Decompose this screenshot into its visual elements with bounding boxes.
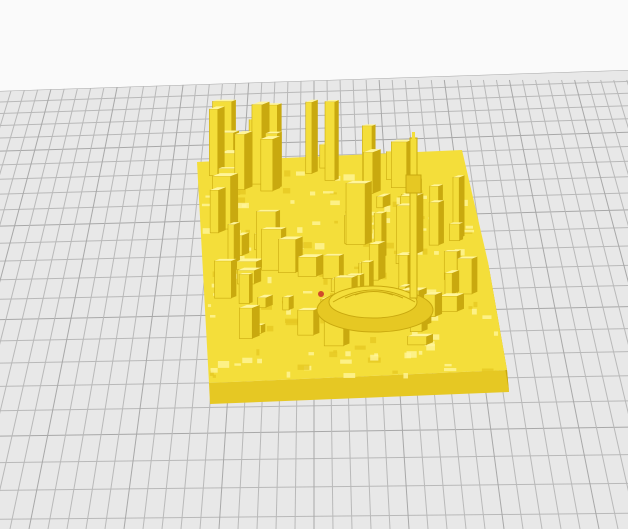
terrain-bump (257, 358, 263, 364)
terrain-bump (482, 315, 492, 319)
terrain-bump (256, 349, 260, 356)
building (457, 256, 478, 295)
terrain-bump (422, 248, 428, 255)
terrain-bump (340, 359, 352, 364)
terrain-bump (330, 200, 340, 206)
terrain-bump (444, 368, 457, 372)
model-color-artifact (318, 291, 324, 297)
terrain-bump (202, 228, 211, 234)
building (345, 180, 372, 245)
terrain-bump (285, 318, 298, 324)
terrain-bump (434, 251, 439, 255)
terrain-bump (297, 364, 310, 370)
terrain-bump (297, 227, 303, 233)
terrain-bump (370, 337, 377, 344)
building (407, 333, 433, 346)
terrain-bump (303, 291, 313, 294)
terrain-bump (308, 352, 314, 356)
building (439, 293, 464, 312)
building (214, 258, 237, 299)
terrain-bump (207, 304, 212, 308)
building (209, 187, 226, 234)
building (282, 295, 294, 311)
terrain-bump (334, 220, 338, 224)
building (238, 272, 253, 304)
building (209, 106, 225, 176)
terrain-bump (463, 229, 475, 233)
terrain-bump (267, 276, 272, 284)
terrain-bump (418, 350, 423, 355)
terrain-bump (323, 278, 328, 285)
terrain-bump (210, 367, 218, 373)
3d-viewport[interactable] (0, 0, 628, 529)
building (297, 307, 320, 336)
terrain-bump (295, 171, 305, 176)
terrain-bump (468, 306, 473, 310)
terrain-bump (354, 345, 366, 350)
building (297, 254, 324, 277)
terrain-bump (201, 203, 212, 207)
terrain-bump (322, 191, 334, 194)
terrain-bump (345, 351, 351, 357)
terrain-bump (242, 357, 253, 364)
terrain-bump (493, 331, 499, 336)
terrain-bump (403, 373, 408, 379)
building (322, 253, 344, 279)
terrain-bump (234, 363, 241, 366)
terrain-bump (370, 354, 379, 361)
terrain-bump (286, 371, 291, 378)
terrain-bump (481, 368, 494, 375)
building (239, 304, 260, 339)
terrain-bump (312, 221, 321, 226)
terrain-bump (473, 301, 478, 308)
building (324, 100, 339, 181)
terrain-bump (309, 191, 316, 196)
terrain-bump (464, 199, 468, 206)
terrain-bump (343, 373, 356, 379)
terrain-bump (209, 314, 216, 318)
building (449, 222, 464, 241)
terrain-bump (471, 308, 477, 315)
terrain-bump (237, 202, 249, 209)
terrain-bump (314, 243, 325, 250)
terrain-bump (392, 370, 398, 374)
building (257, 294, 273, 308)
building (305, 99, 318, 174)
terrain-bump (282, 188, 291, 194)
scene-canvas[interactable] (0, 0, 628, 529)
terrain-bump (333, 350, 337, 353)
terrain-bump (217, 361, 230, 368)
terrain-bump (465, 225, 474, 229)
terrain-bump (284, 170, 291, 177)
building (428, 200, 444, 246)
terrain-bump (290, 200, 295, 204)
terrain-bump (266, 325, 274, 332)
terrain-bump (343, 174, 355, 181)
terrain-bump (444, 363, 452, 367)
building (444, 270, 460, 295)
terrain-bump (406, 351, 417, 358)
building (260, 136, 281, 192)
